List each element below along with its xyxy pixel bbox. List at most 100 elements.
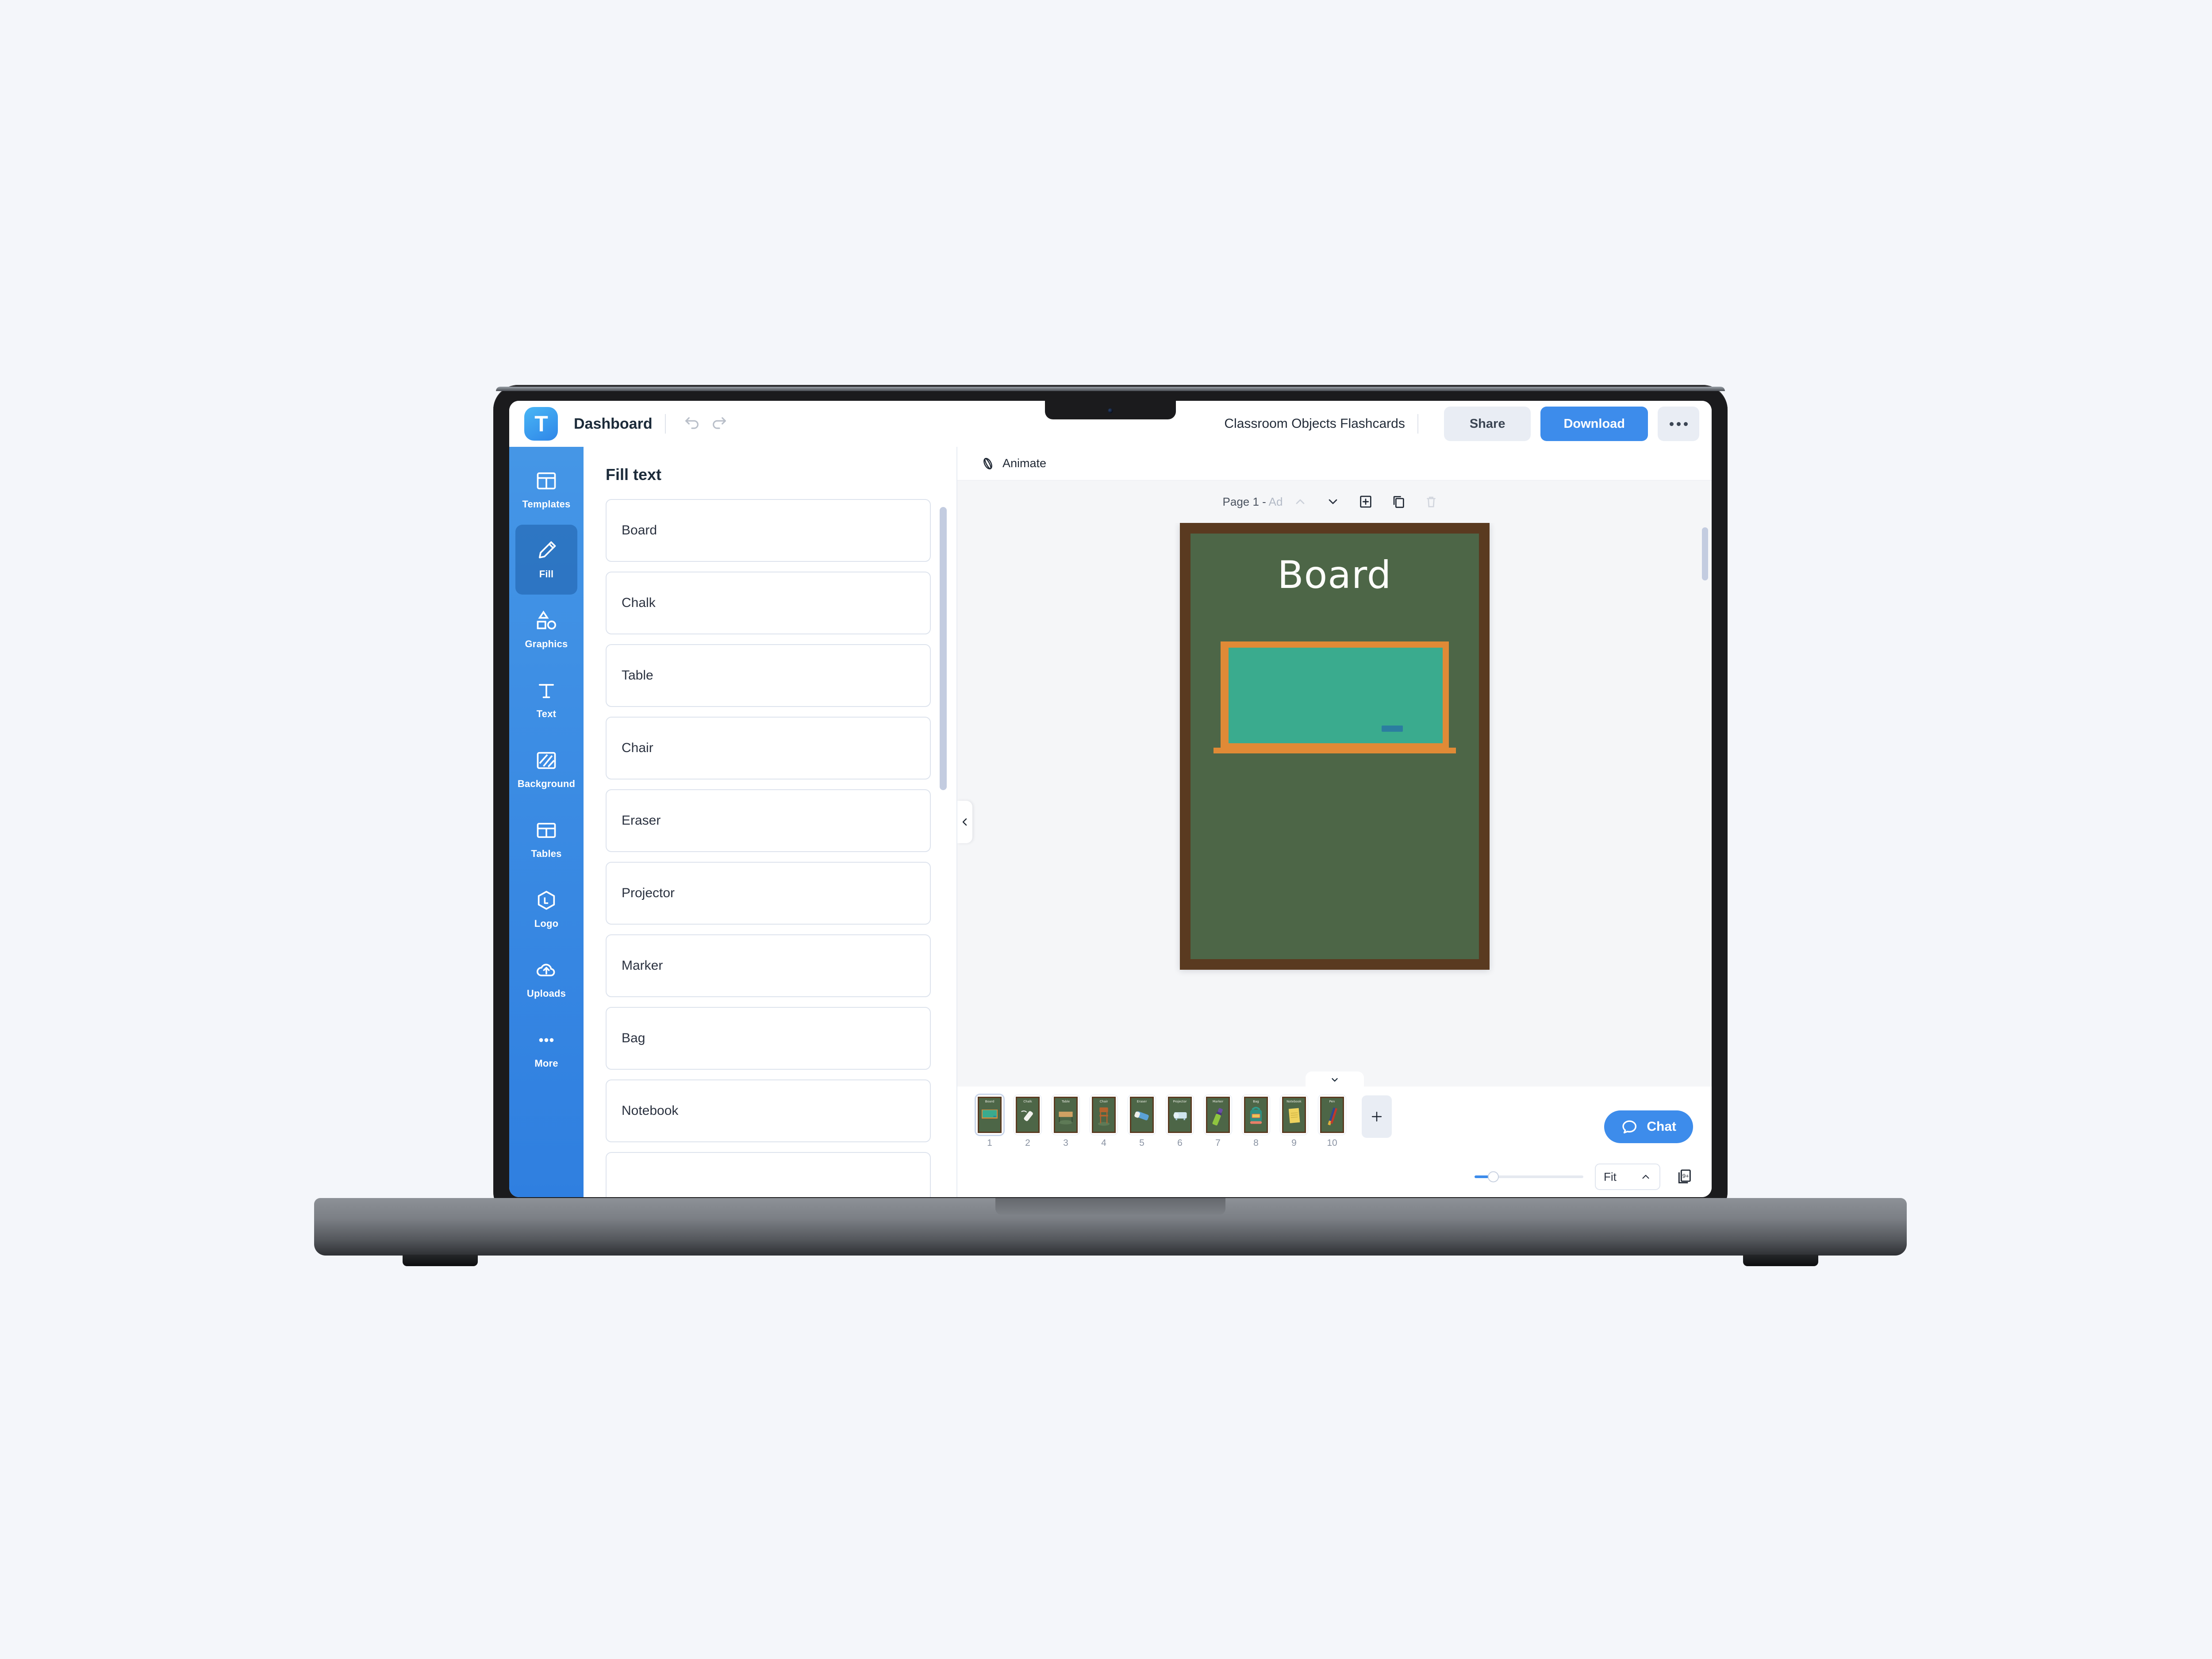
sidebar-item-fill[interactable]: Fill [515, 525, 577, 595]
thumbnail-strip-toggle[interactable] [1305, 1071, 1364, 1087]
thumbnail-artwork: Chalk [1016, 1096, 1040, 1133]
thumbnail-number: 7 [1215, 1137, 1221, 1148]
more-horizontal-icon [1676, 422, 1681, 426]
sidebar-item-tables[interactable]: Tables [515, 804, 577, 874]
zoom-slider-thumb[interactable] [1488, 1171, 1499, 1183]
thumbnail-card: Projector [1166, 1094, 1194, 1135]
chat-button[interactable]: Chat [1604, 1110, 1693, 1143]
share-button[interactable]: Share [1444, 407, 1531, 441]
zoom-slider[interactable] [1475, 1171, 1583, 1183]
sidebar-item-uploads[interactable]: Uploads [515, 944, 577, 1014]
thumbnail-number: 3 [1063, 1137, 1068, 1148]
tables-icon [537, 822, 556, 838]
laptop-foot-right [1743, 1255, 1818, 1266]
canvas-page[interactable]: Board [1179, 523, 1490, 970]
page-indicator-suffix: Ad [1268, 495, 1283, 508]
sidebar-item-more[interactable]: More [515, 1014, 577, 1084]
undo-button[interactable] [678, 410, 706, 438]
more-dots-icon [539, 1038, 554, 1042]
thumbnail-caption: Board [985, 1099, 995, 1103]
zoom-level-select[interactable]: Fit [1595, 1164, 1660, 1190]
thumbnail-card: Bag [1242, 1094, 1270, 1135]
fill-field-value: Eraser [622, 813, 661, 828]
delete-page-button[interactable] [1416, 487, 1446, 517]
pages-count-icon: 9+ [1678, 1169, 1691, 1183]
fill-field-table[interactable]: Table [606, 644, 931, 707]
fill-field-projector[interactable]: Projector [606, 862, 931, 925]
chat-label: Chat [1647, 1119, 1676, 1134]
laptop-base [314, 1198, 1907, 1266]
trash-icon [1427, 496, 1436, 507]
fill-field-bag[interactable]: Bag [606, 1007, 931, 1070]
thumbnail-caption: Projector [1173, 1099, 1187, 1103]
fill-field-chair[interactable]: Chair [606, 717, 931, 780]
thumbnail-card: Pen [1318, 1094, 1346, 1135]
next-page-button[interactable] [1318, 487, 1348, 517]
thumbnail-artwork: Projector [1168, 1096, 1192, 1133]
fill-field-chalk[interactable]: Chalk [606, 572, 931, 634]
collapse-panel-button[interactable] [957, 801, 972, 843]
thumbnail-number: 4 [1101, 1137, 1106, 1148]
thumbnail-artwork: Chair [1092, 1096, 1116, 1133]
thumbnail-artwork: Marker [1206, 1096, 1230, 1133]
fill-field-list: Board Chalk Table Chair Eraser Projector… [584, 499, 956, 1197]
fill-field-value: Notebook [622, 1103, 679, 1118]
zoom-bar: Fit 9+ [957, 1156, 1712, 1197]
chalk-mark [1381, 726, 1403, 732]
fill-field-next[interactable] [606, 1152, 931, 1197]
thumbnail-number: 2 [1025, 1137, 1030, 1148]
app-logo-letter: T [534, 411, 548, 436]
thumbnail-page-1[interactable]: Board 1 [976, 1094, 1003, 1148]
thumbnail-page-3[interactable]: Table 3 [1052, 1094, 1079, 1148]
fill-field-marker[interactable]: Marker [606, 934, 931, 997]
fill-field-board[interactable]: Board [606, 499, 931, 562]
canvas-scrollbar[interactable] [1702, 527, 1708, 580]
thumbnail-page-7[interactable]: Marker 7 [1204, 1094, 1232, 1148]
document-title[interactable]: Classroom Objects Flashcards [1224, 416, 1405, 431]
thumbnail-page-4[interactable]: Chair 4 [1090, 1094, 1118, 1148]
duplicate-page-button[interactable] [1383, 487, 1413, 517]
fill-field-value: Chair [622, 741, 653, 755]
more-options-button[interactable] [1658, 407, 1699, 441]
templates-icon [537, 472, 556, 490]
sidebar-item-background[interactable]: Background [515, 734, 577, 804]
animate-button[interactable]: Animate [980, 456, 1046, 471]
thumbnail-page-6[interactable]: Projector 6 [1166, 1094, 1194, 1148]
text-icon [538, 684, 554, 699]
fill-field-value: Projector [622, 886, 675, 900]
sidebar-item-logo[interactable]: Logo [515, 874, 577, 944]
previous-page-button[interactable] [1285, 487, 1315, 517]
thumbnail-artwork: Bag [1244, 1096, 1268, 1133]
thumbnail-number: 9 [1291, 1137, 1297, 1148]
dashboard-link[interactable]: Dashboard [574, 415, 653, 433]
add-page-toolbar-button[interactable] [1351, 487, 1381, 517]
redo-button[interactable] [706, 410, 733, 438]
laptop-foot-left [403, 1255, 478, 1266]
sidebar-item-graphics[interactable]: Graphics [515, 595, 577, 664]
canvas-heading[interactable]: Board [1180, 553, 1490, 597]
fill-field-value: Chalk [622, 595, 656, 610]
thumbnail-artwork: Eraser [1130, 1096, 1154, 1133]
sidebar-item-text[interactable]: Text [515, 664, 577, 734]
fill-field-eraser[interactable]: Eraser [606, 789, 931, 852]
sidebar-item-label: Background [517, 778, 576, 789]
thumbnail-card: Table [1052, 1094, 1079, 1135]
thumbnail-page-5[interactable]: Eraser 5 [1128, 1094, 1156, 1148]
thumbnail-page-10[interactable]: Pen 10 [1318, 1094, 1346, 1148]
download-button[interactable]: Download [1540, 407, 1648, 441]
fill-panel-title: Fill text [606, 465, 662, 484]
fill-field-value: Table [622, 668, 653, 683]
add-page-button[interactable] [1362, 1095, 1392, 1138]
thumbnail-page-8[interactable]: Bag 8 [1242, 1094, 1270, 1148]
app-logo[interactable]: T [524, 407, 558, 441]
sidebar-item-label: Text [536, 708, 557, 719]
thumbnail-page-2[interactable]: Chalk 2 [1014, 1094, 1041, 1148]
sidebar-item-templates[interactable]: Templates [515, 455, 577, 525]
thumbnail-page-9[interactable]: Notebook 9 [1280, 1094, 1308, 1148]
fill-field-notebook[interactable]: Notebook [606, 1079, 931, 1142]
laptop-notch [1045, 401, 1176, 419]
pages-count-button[interactable]: 9+ [1672, 1164, 1697, 1189]
more-horizontal-icon [1669, 422, 1674, 426]
fill-panel-scrollbar[interactable] [940, 507, 947, 790]
page-indicator[interactable]: Page 1 - Ad [1223, 495, 1283, 509]
